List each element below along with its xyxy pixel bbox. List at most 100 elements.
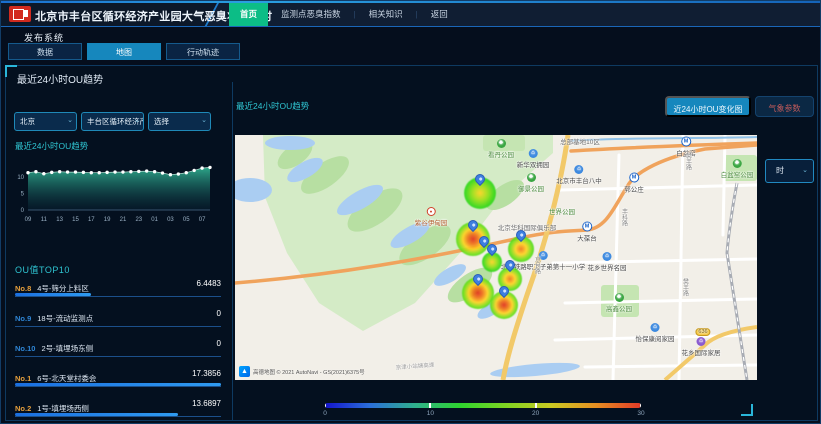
nav-odor-index[interactable]: 监测点恶臭指数 (268, 3, 354, 26)
legend-marker (640, 403, 641, 408)
map-label-text: 紫谷伊甸园 (415, 217, 448, 227)
chevron-down-icon: ⌄ (802, 160, 808, 182)
list-item[interactable]: No.102号-填埋场东侧0 (15, 338, 221, 368)
nav-back[interactable]: 返回 (418, 3, 461, 26)
svg-text:11: 11 (41, 217, 48, 223)
blue-poi-icon: ⌂ (603, 252, 612, 261)
panel-corner-decoration (5, 65, 17, 77)
map-label-text: 怡保康阅家园 (636, 333, 675, 343)
blue-poi-icon: ⌂ (651, 323, 660, 332)
list-item[interactable]: No.21号-填埋场西侧13.6897 (15, 398, 221, 424)
subway-poi-icon: M (582, 222, 592, 232)
map-label-text: 世界公园 (549, 206, 575, 216)
legend-marker (535, 403, 537, 408)
trend-chart: 0510091113151719212301030507 (12, 156, 222, 231)
map-hour-select[interactable]: 时⌄ (765, 159, 814, 183)
app-window: 北京市丰台区循环经济产业园大气恶臭状况实时 首页 监测点恶臭指数 | 相关知识 … (0, 0, 821, 424)
map-label: 636 (695, 328, 710, 336)
station-select[interactable]: 选择 ⌄ (148, 112, 211, 131)
legend-tick-label: 10 (427, 410, 434, 417)
park-poi-icon: ♣ (527, 173, 536, 182)
view-tabs: 数据 地图 行动轨迹 (8, 43, 240, 60)
progress-track (15, 322, 221, 327)
progress-track (15, 382, 221, 387)
station-select-value: 选择 (154, 117, 169, 126)
map-label: ♣看丹公园 (488, 139, 514, 159)
subway-poi-icon: M (629, 173, 639, 183)
ou-top-list: No.84号-筛分上料区6.4483No.918号-流动监测点0No.102号-… (15, 278, 221, 424)
list-item[interactable]: No.16号-北天堂村委会17.3856 (15, 368, 221, 398)
city-select-value: 北京 (20, 117, 35, 126)
map-label: ♣御景公园 (518, 173, 544, 193)
tab-trajectory[interactable]: 行动轨迹 (166, 43, 240, 60)
map-label: ⌂花乡世界名园 (588, 252, 627, 272)
map-label: 丰科路 (620, 208, 629, 226)
tab-map[interactable]: 地图 (87, 43, 161, 60)
chevron-down-icon: ⌄ (201, 112, 207, 129)
legend-gradient-bar (325, 403, 641, 408)
ou-change-chart-button[interactable]: 近24小时OU变化图 (665, 96, 751, 117)
map-label-text: 京良路 (533, 256, 542, 274)
svg-text:13: 13 (56, 217, 63, 223)
map-label-text: 北京市丰台八中 (556, 175, 602, 185)
map-label: ⌂怡保康阅家园 (636, 323, 675, 343)
map-label: ⌂北京市丰台八中 (556, 165, 602, 185)
city-select[interactable]: 北京⌄ (14, 112, 77, 131)
top-accent-line (1, 1, 820, 3)
ou-value: 13.6897 (192, 399, 221, 408)
map-label-text: 总部基地10区 (560, 136, 600, 146)
red-poi-icon: ● (427, 207, 436, 216)
progress-track (15, 292, 221, 297)
blue-poi-icon: ⌂ (529, 149, 538, 158)
svg-text:19: 19 (104, 217, 111, 223)
subway-poi-icon: M (681, 137, 691, 147)
chevron-down-icon: ⌄ (134, 112, 140, 129)
progress-track (15, 352, 221, 357)
svg-text:23: 23 (135, 217, 142, 223)
map-label-text: 花乡世界名园 (588, 262, 627, 272)
nav-knowledge[interactable]: 相关知识 (356, 3, 416, 26)
weather-params-button[interactable]: 气象参数 (755, 96, 814, 117)
park-poi-icon: ♣ (497, 139, 506, 148)
map-label-text: 看丹公园 (488, 149, 514, 159)
park-poi-icon: ♣ (615, 293, 624, 302)
map-label-text: 白盆窑公园 (721, 169, 754, 179)
legend-tick-label: 30 (637, 410, 644, 417)
trend-chart-title: 最近24小时OU趋势 (15, 140, 88, 152)
main-nav: 首页 监测点恶臭指数 | 相关知识 | 返回 (229, 3, 461, 26)
ou-top-title: OU值TOP10 (15, 263, 70, 276)
map-attribution-text: 高德地图 © 2021 AutoNavi - GS(2021)6375号 (253, 368, 365, 376)
progress-track (15, 412, 221, 417)
map-canvas[interactable]: 总部基地10区♣看丹公园⌂新华双拥园♣御景公园⌂北京市丰台八中M白盆窑♣白盆窑公… (235, 135, 757, 380)
svg-text:09: 09 (25, 217, 32, 223)
map-label-text: 北京华科国际俱乐部 (498, 222, 557, 232)
map-hour-select-value: 时 (776, 166, 784, 175)
map-label: 樊羊路 (684, 152, 693, 170)
svg-text:21: 21 (120, 217, 127, 223)
svg-text:5: 5 (21, 192, 25, 198)
map-label: 樊羊路 (681, 278, 690, 296)
svg-text:15: 15 (72, 217, 79, 223)
list-item[interactable]: No.918号-流动监测点0 (15, 308, 221, 338)
legend-ticks: 0102030 (325, 410, 641, 420)
svg-text:17: 17 (88, 217, 95, 223)
nav-home[interactable]: 首页 (229, 3, 268, 26)
amap-logo-icon: ▲ (239, 366, 250, 377)
map-label: ♣白盆窑公园 (721, 159, 754, 179)
ou-value: 6.4483 (197, 279, 221, 288)
tab-data[interactable]: 数据 (8, 43, 82, 60)
map-section-title: 最近24小时OU趋势 (236, 100, 309, 112)
map-label: 北京华科国际俱乐部 (498, 222, 557, 232)
left-sidebar: 北京⌄ 丰台区循环经济产⌄ 选择⌄ 最近24小时OU趋势 05100911131… (6, 82, 233, 420)
svg-text:10: 10 (17, 175, 24, 181)
svg-text:01: 01 (151, 217, 158, 223)
map-label-text: 御景公园 (518, 183, 544, 193)
map-label-text: 樊羊路 (684, 152, 693, 170)
map-label-text: 636 (698, 329, 707, 335)
map-label: M大葆台 (577, 222, 597, 243)
map-label-text: 新华双拥园 (517, 159, 550, 169)
map-label-text: 丰科路 (620, 208, 629, 226)
district-select[interactable]: 丰台区循环经济产⌄ (81, 112, 144, 131)
list-item[interactable]: No.84号-筛分上料区6.4483 (15, 278, 221, 308)
svg-text:0: 0 (21, 208, 25, 214)
